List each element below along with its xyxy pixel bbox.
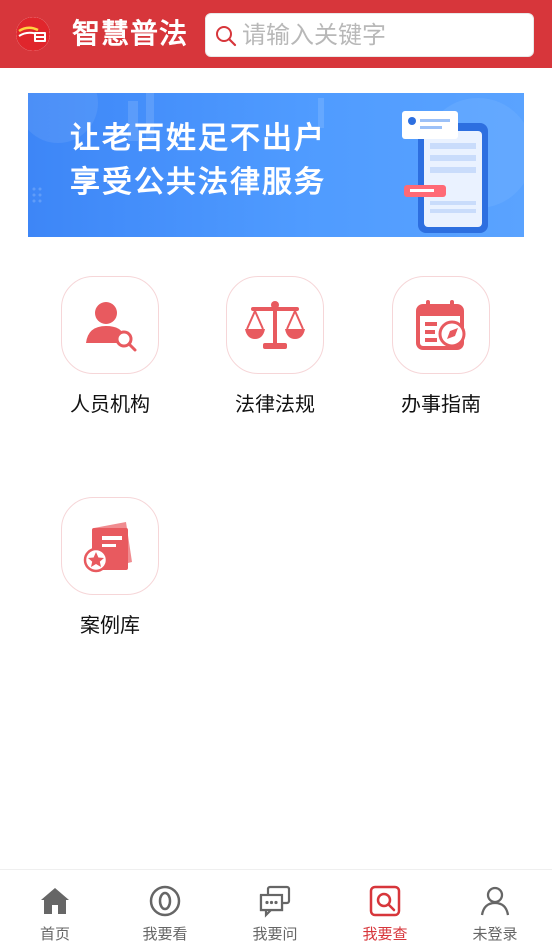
grid-label: 案例库 bbox=[80, 613, 140, 637]
tab-watch[interactable]: 我要看 bbox=[110, 870, 220, 949]
tab-search[interactable]: 我要查 bbox=[330, 870, 440, 949]
tab-login[interactable]: 未登录 bbox=[440, 870, 550, 949]
grid-icon-frame bbox=[61, 497, 159, 595]
tab-label: 我要看 bbox=[142, 925, 188, 943]
tab-home[interactable]: 首页 bbox=[0, 870, 110, 949]
tab-label: 首页 bbox=[39, 925, 70, 943]
banner-headline-2: 享受公共法律服务 bbox=[70, 165, 326, 200]
phone-illustration bbox=[402, 98, 524, 233]
grid-icon-frame bbox=[61, 276, 159, 374]
grid-item-guide[interactable]: 办事指南 bbox=[366, 276, 516, 416]
app-title: 智慧普法 bbox=[72, 17, 189, 50]
chat-icon bbox=[259, 885, 291, 918]
search-icon bbox=[216, 26, 237, 47]
tab-ask[interactable]: 我要问 bbox=[220, 870, 330, 949]
tab-label: 我要问 bbox=[252, 925, 298, 943]
eye-icon bbox=[149, 885, 181, 917]
grid-item-laws[interactable]: 法律法规 bbox=[200, 276, 350, 416]
grid-icon-frame bbox=[226, 276, 324, 374]
search-input[interactable] bbox=[242, 18, 527, 52]
top-bar: 智慧普法 bbox=[0, 0, 552, 68]
search-doc-icon bbox=[369, 885, 401, 917]
case-book-icon bbox=[83, 522, 132, 573]
search-box[interactable] bbox=[205, 13, 534, 57]
app-logo bbox=[16, 17, 50, 51]
promo-banner[interactable]: 让老百姓足不出户 享受公共法律服务 bbox=[28, 93, 524, 237]
grid-item-personnel[interactable]: 人员机构 bbox=[35, 276, 185, 416]
grid-icon-frame bbox=[392, 276, 490, 374]
scales-icon bbox=[245, 301, 305, 349]
banner-headline-1: 让老百姓足不出户 bbox=[70, 121, 326, 156]
grid-label: 法律法规 bbox=[235, 392, 315, 416]
grid-label: 人员机构 bbox=[70, 392, 150, 416]
tab-label: 未登录 bbox=[472, 925, 518, 943]
tab-label: 我要查 bbox=[362, 925, 408, 943]
person-search-icon bbox=[86, 302, 137, 352]
user-icon bbox=[480, 886, 510, 916]
home-icon bbox=[41, 888, 69, 914]
grid-label: 办事指南 bbox=[401, 392, 481, 416]
grid-item-cases[interactable]: 案例库 bbox=[35, 497, 185, 637]
bottom-tab-bar: 首页 我要看 我要问 我要查 未登录 bbox=[0, 869, 552, 949]
calendar-compass-icon bbox=[416, 300, 466, 350]
